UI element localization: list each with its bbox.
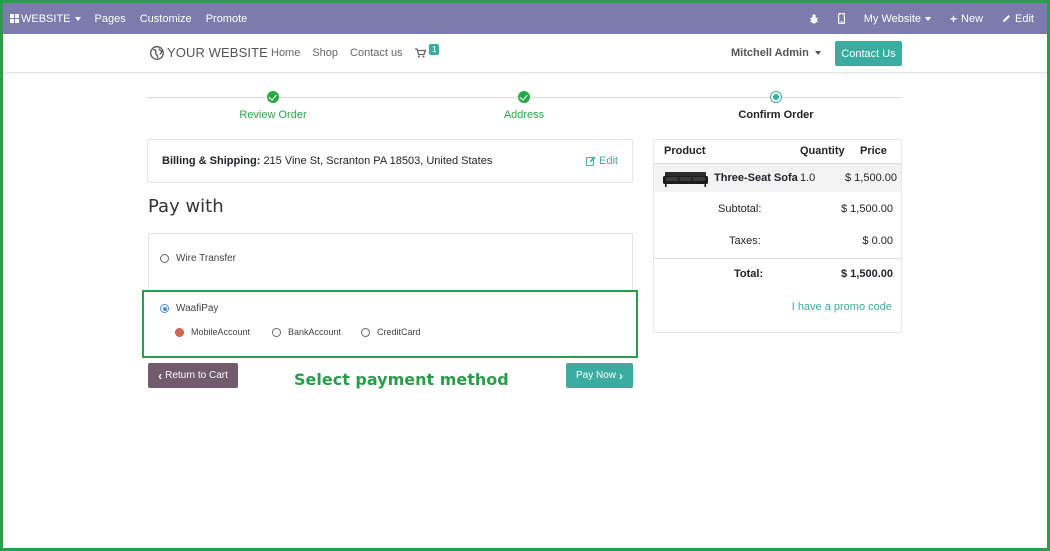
mobile-preview-button[interactable] (826, 3, 857, 34)
waafi-option-bank-account[interactable]: BankAccount (272, 327, 341, 337)
edit-address-link[interactable]: Edit (586, 155, 618, 167)
total-value: $ 1,500.00 (841, 268, 893, 280)
subtotal-label: Subtotal: (718, 203, 762, 215)
shopping-cart-icon (415, 48, 426, 58)
checkout-progress: Review Order Address Confirm Order (147, 90, 902, 130)
product-quantity: 1.0 (800, 172, 816, 184)
edit-icon (586, 156, 596, 166)
return-to-cart-button[interactable]: ‹ Return to Cart (148, 363, 238, 388)
nav-contact-us[interactable]: Contact us (350, 47, 403, 59)
nav-shop[interactable]: Shop (312, 47, 338, 59)
summary-header: Product Quantity Price (654, 140, 901, 164)
step-label: Review Order (239, 109, 307, 121)
quantity-header: Quantity (800, 145, 845, 157)
step-address[interactable]: Address (444, 90, 604, 121)
edit-button[interactable]: Edit (990, 3, 1041, 34)
waafi-option-credit-card[interactable]: CreditCard (361, 327, 421, 337)
highlight-box (142, 290, 638, 358)
site-logo[interactable]: YOUR WEBSITE (150, 45, 268, 60)
step-label: Address (503, 109, 545, 121)
radio-button-selected[interactable] (175, 327, 184, 337)
wire-transfer-label: Wire Transfer (176, 253, 237, 264)
caret-down-icon (814, 51, 821, 55)
chevron-left-icon: ‹ (158, 368, 163, 383)
pages-menu[interactable]: Pages (88, 3, 133, 34)
waafi-option-mobile-account[interactable]: MobileAccount (175, 327, 250, 337)
cart-link[interactable]: 1 (415, 44, 440, 58)
check-circle-icon (267, 91, 279, 103)
taxes-value: $ 0.00 (862, 235, 893, 247)
pay-now-button[interactable]: Pay Now › (566, 363, 633, 388)
payment-option-wire-transfer[interactable]: Wire Transfer (160, 253, 236, 264)
user-menu[interactable]: Mitchell Admin (731, 47, 821, 59)
subtotal-value: $ 1,500.00 (841, 203, 893, 215)
logo-text: YOUR WEBSITE (167, 45, 268, 60)
edit-label: Edit (1015, 12, 1034, 25)
user-name: Mitchell Admin (731, 47, 809, 59)
product-header: Product (664, 145, 706, 157)
caret-down-icon (74, 16, 81, 21)
billing-label: Billing & Shipping: (162, 155, 261, 167)
order-summary: Product Quantity Price Three-Seat Sofa 1… (653, 139, 902, 333)
check-circle-icon (518, 91, 530, 103)
new-button[interactable]: + New (938, 3, 990, 34)
step-review-order[interactable]: Review Order (193, 90, 353, 121)
apps-grid-icon (10, 14, 19, 23)
radio-button-checked[interactable] (160, 304, 169, 313)
product-price: $ 1,500.00 (845, 172, 897, 184)
pay-with-heading: Pay with (148, 196, 224, 217)
annotation-text: Select payment method (294, 370, 509, 389)
promote-menu[interactable]: Promote (199, 3, 255, 34)
current-step-icon (770, 91, 782, 103)
chevron-right-icon: › (619, 368, 623, 383)
main-nav: Home Shop Contact us (271, 47, 403, 59)
site-header: YOUR WEBSITE Home Shop Contact us 1 Mitc… (3, 34, 1047, 73)
step-confirm-order: Confirm Order (696, 90, 856, 121)
order-line: Three-Seat Sofa 1.0 $ 1,500.00 (654, 164, 901, 192)
billing-shipping-card: Billing & Shipping: 215 Vine St, Scranto… (147, 139, 633, 183)
pencil-icon (1003, 15, 1011, 22)
sofa-image (663, 172, 708, 187)
promo-code-link[interactable]: I have a promo code (792, 301, 892, 313)
edit-label: Edit (599, 155, 618, 167)
website-menu[interactable]: WEBSITE (3, 3, 88, 34)
product-name[interactable]: Three-Seat Sofa (714, 172, 798, 184)
billing-address: 215 Vine St, Scranton PA 18503, United S… (263, 155, 493, 167)
customize-menu[interactable]: Customize (133, 3, 199, 34)
price-header: Price (860, 145, 887, 157)
nav-home[interactable]: Home (271, 47, 300, 59)
contact-us-button[interactable]: Contact Us (835, 41, 902, 66)
total-divider (654, 258, 901, 259)
radio-button[interactable] (272, 327, 281, 337)
mobile-account-label: MobileAccount (191, 327, 251, 337)
bank-account-label: BankAccount (288, 327, 342, 337)
plus-icon: + (950, 11, 958, 26)
taxes-label: Taxes: (729, 235, 761, 247)
my-website-menu[interactable]: My Website (857, 3, 938, 34)
waafipay-label: WaafiPay (176, 303, 219, 314)
debug-bug-button[interactable] (802, 3, 826, 34)
radio-button[interactable] (361, 327, 370, 337)
my-website-label: My Website (863, 12, 921, 25)
bug-icon (809, 13, 818, 23)
cart-count-badge: 1 (429, 44, 440, 55)
step-label: Confirm Order (738, 109, 814, 121)
return-label: Return to Cart (165, 370, 228, 381)
caret-down-icon (925, 16, 931, 21)
admin-bar: WEBSITE Pages Customize Promote My Websi… (3, 3, 1047, 34)
globe-icon (150, 45, 164, 60)
radio-button[interactable] (160, 254, 169, 263)
payment-option-waafipay[interactable]: WaafiPay (160, 303, 218, 314)
website-menu-label: WEBSITE (21, 12, 71, 25)
billing-text: Billing & Shipping: 215 Vine St, Scranto… (162, 155, 492, 167)
credit-card-label: CreditCard (377, 327, 421, 337)
total-label: Total: (734, 268, 764, 280)
mobile-phone-icon (837, 13, 845, 24)
new-label: New (961, 12, 984, 25)
pay-now-label: Pay Now (575, 370, 616, 381)
